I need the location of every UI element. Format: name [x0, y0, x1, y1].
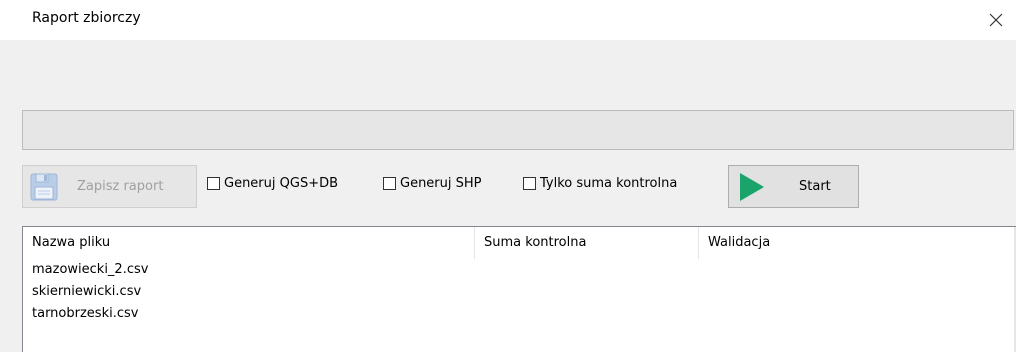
column-header-file-name[interactable]: Nazwa pliku [23, 227, 475, 259]
start-button[interactable]: Start [728, 165, 859, 208]
title-bar: Raport zbiorczy [0, 0, 1016, 40]
floppy-disk-icon [29, 172, 59, 202]
generate-shp-option[interactable]: Generuj SHP [383, 176, 482, 191]
list-item[interactable]: mazowiecki_2.csv [23, 259, 1016, 281]
toolbar: Zapisz raport Generuj QGS+DB Generuj SHP… [22, 165, 1016, 209]
checksum-only-label: Tylko suma kontrolna [540, 176, 678, 191]
file-list[interactable]: Nazwa pliku Suma kontrolna Walidacja maz… [22, 226, 1016, 352]
save-report-label: Zapisz raport [77, 179, 164, 194]
close-icon [989, 13, 1003, 27]
list-header: Nazwa pliku Suma kontrolna Walidacja [23, 227, 1016, 259]
window-title: Raport zbiorczy [32, 10, 141, 26]
generate-shp-label: Generuj SHP [400, 176, 482, 191]
column-header-validation[interactable]: Walidacja [699, 227, 999, 259]
generate-qgs-db-option[interactable]: Generuj QGS+DB [207, 176, 338, 191]
generate-shp-checkbox[interactable] [383, 177, 396, 190]
checksum-only-option[interactable]: Tylko suma kontrolna [523, 176, 677, 191]
checksum-only-checkbox[interactable] [523, 177, 536, 190]
generate-qgs-db-label: Generuj QGS+DB [224, 176, 339, 191]
close-button[interactable] [976, 0, 1016, 40]
column-header-checksum[interactable]: Suma kontrolna [475, 227, 699, 259]
play-icon [739, 172, 767, 202]
start-label: Start [799, 179, 831, 194]
progress-bar [22, 110, 1014, 150]
generate-qgs-db-checkbox[interactable] [207, 177, 220, 190]
list-item[interactable]: tarnobrzeski.csv [23, 303, 1016, 325]
save-report-button[interactable]: Zapisz raport [22, 165, 197, 208]
list-item[interactable]: skierniewicki.csv [23, 281, 1016, 303]
